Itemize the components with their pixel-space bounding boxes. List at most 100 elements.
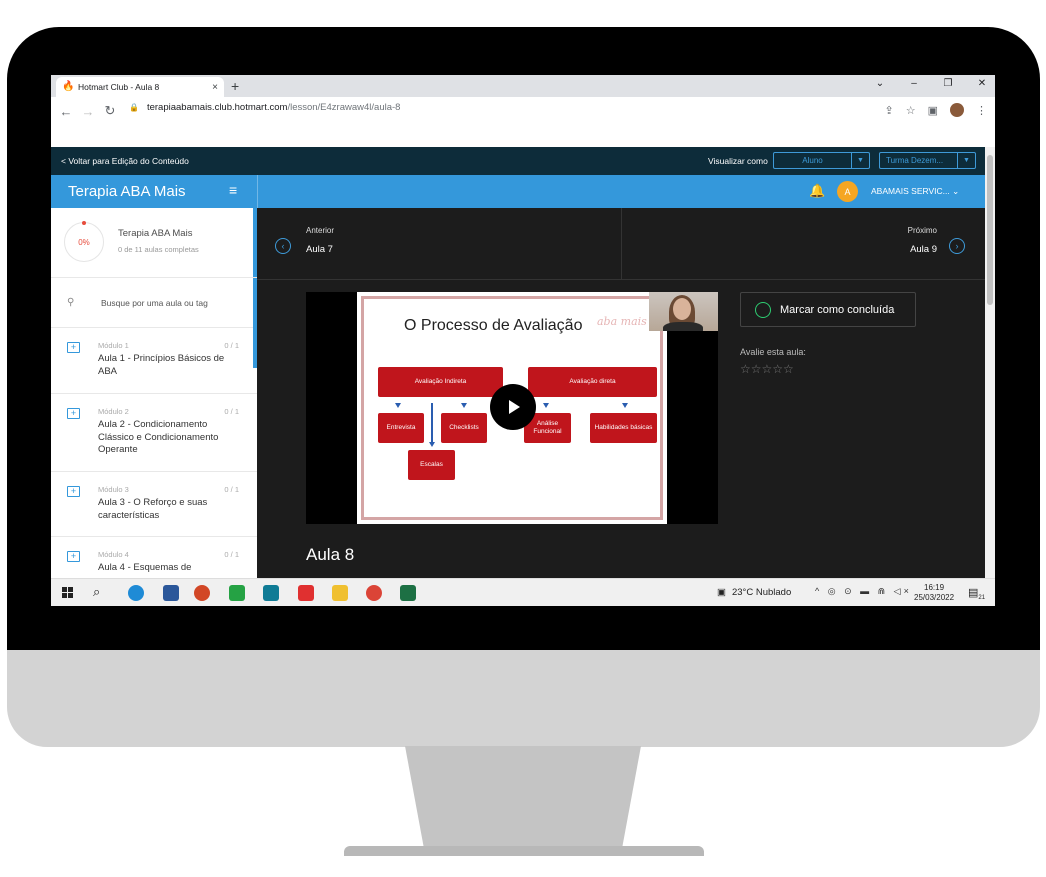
new-tab-button[interactable]: + — [231, 78, 239, 94]
windows-start-icon[interactable] — [62, 587, 73, 598]
lesson-main: ‹ Anterior Aula 7 Próximo Aula 9 › O Pro… — [257, 208, 985, 578]
box-avaliacao-indireta: Avaliação Indireta — [378, 367, 503, 397]
arrow-stem — [431, 403, 433, 443]
powerpoint-icon[interactable] — [194, 585, 210, 601]
lesson-search[interactable]: ⚲ Busque por uma aula ou tag — [51, 278, 257, 328]
back-to-content-link[interactable]: < Voltar para Edição do Conteúdo — [61, 156, 189, 166]
module-label: Módulo 4 — [98, 550, 129, 559]
arrow-down-icon — [461, 403, 467, 408]
chevron-down-icon: ▼ — [851, 153, 869, 168]
lesson-navigation: ‹ Anterior Aula 7 Próximo Aula 9 › — [257, 208, 985, 280]
module-label: Módulo 3 — [98, 485, 129, 494]
hotmart-flame-icon: 🔥 — [62, 81, 75, 92]
file-explorer-icon[interactable] — [332, 585, 348, 601]
url-host: terapiaabamais.club.hotmart.com — [146, 102, 288, 113]
module-item-2[interactable]: + Módulo 2 0 / 1 Aula 2 - Condicionament… — [51, 394, 257, 472]
whatsapp-icon[interactable] — [229, 585, 245, 601]
prev-lesson-link[interactable]: Aula 7 — [306, 244, 333, 255]
notification-icon[interactable]: ▤21 — [968, 586, 985, 601]
class-select[interactable]: Turma Dezem... ▼ — [879, 152, 976, 169]
play-button[interactable] — [490, 384, 536, 430]
search-icon[interactable]: ⌕ — [93, 584, 100, 600]
slide-logo: aba mais — [597, 315, 647, 328]
screen-recorder-icon[interactable] — [298, 585, 314, 601]
progress-ring: 0% — [64, 221, 104, 262]
role-select-value: Aluno — [802, 156, 823, 165]
system-clock[interactable]: 16:19 25/03/2022 — [914, 583, 954, 603]
header-divider — [257, 175, 258, 208]
module-item-4[interactable]: + Módulo 4 0 / 1 Aula 4 - Esquemas de — [51, 537, 257, 578]
rate-lesson-label: Avalie esta aula: — [740, 347, 806, 357]
user-menu[interactable]: ABAMAIS SERVIC... ⌄ — [871, 186, 959, 197]
forward-arrow-icon[interactable]: → — [77, 104, 99, 119]
role-select[interactable]: Aluno ▼ — [773, 152, 870, 169]
check-circle-icon — [755, 301, 771, 318]
hamburger-menu-icon[interactable]: ≡ — [229, 182, 237, 198]
search-icon: ⚲ — [67, 297, 75, 308]
presenter-face — [673, 298, 691, 320]
folder-plus-icon: + — [67, 551, 80, 562]
url-path: /lesson/E4zrawaw4l/aula-8 — [287, 102, 401, 113]
user-avatar[interactable]: A — [837, 181, 858, 202]
taskbar: ⌕ ▣ 23°C Nublado ^ ◎ ⊙ ▬ ⋒ ◁× 16:19 25/0… — [51, 578, 995, 606]
reload-icon[interactable]: ↻ — [99, 103, 121, 119]
module-count: 0 / 1 — [224, 341, 239, 350]
browser-toolbar: ← → ↻ 🔒 terapiaabamais.club.hotmart.com … — [51, 97, 995, 125]
back-arrow-icon[interactable]: ← — [55, 104, 77, 119]
module-item-1[interactable]: + Módulo 1 0 / 1 Aula 1 - Princípios Bás… — [51, 328, 257, 394]
app-header: Terapia ABA Mais ≡ 🔔 A ABAMAIS SERVIC...… — [51, 175, 985, 208]
next-label: Próximo — [907, 226, 937, 235]
mark-complete-button[interactable]: Marcar como concluída — [740, 292, 916, 327]
presenter-webcam — [649, 292, 718, 331]
next-lesson-link[interactable]: Aula 9 — [910, 244, 937, 255]
module-lesson-title: Aula 4 - Esquemas de — [98, 562, 192, 573]
weather-widget[interactable]: ▣ 23°C Nublado — [717, 587, 791, 598]
brand-title[interactable]: Terapia ABA Mais — [68, 183, 186, 200]
menu-kebab-icon[interactable]: ⋮ — [976, 104, 987, 117]
folder-plus-icon: + — [67, 342, 80, 353]
monitor-chin — [7, 650, 1040, 747]
minimize-button[interactable]: – — [907, 78, 921, 89]
monitor-base — [344, 846, 704, 856]
box-habilidades-basicas: Habilidades básicas — [590, 413, 657, 443]
module-lesson-title: Aula 2 - Condicionamento Clássico e Cond… — [98, 419, 219, 455]
folder-plus-icon: + — [67, 486, 80, 497]
screen: 🔥 Hotmart Club - Aula 8 × + ⌄ – ❐ ✕ ← → … — [51, 75, 995, 606]
system-tray-icons[interactable]: ^ ◎ ⊙ ▬ ⋒ ◁× — [815, 586, 912, 597]
close-tab-icon[interactable]: × — [212, 82, 218, 93]
page-scroll-thumb[interactable] — [987, 155, 993, 305]
module-item-3[interactable]: + Módulo 3 0 / 1 Aula 3 - O Reforço e su… — [51, 472, 257, 537]
weather-text: 23°C Nublado — [731, 587, 792, 598]
progress-dot — [82, 221, 86, 225]
chevron-left-icon[interactable]: ‹ — [275, 238, 291, 254]
progress-percent: 0% — [78, 237, 90, 247]
address-bar[interactable]: 🔒 terapiaabamais.club.hotmart.com /lesso… — [129, 102, 400, 113]
restore-button[interactable]: ❐ — [941, 78, 955, 89]
publisher-icon[interactable] — [263, 585, 279, 601]
view-as-label: Visualizar como — [708, 156, 768, 166]
browser-tab[interactable]: 🔥 Hotmart Club - Aula 8 × — [56, 77, 224, 97]
lesson-title: Aula 8 — [306, 545, 355, 564]
tab-search-icon[interactable]: ⌄ — [873, 78, 887, 89]
folder-plus-icon: + — [67, 408, 80, 419]
box-entrevista: Entrevista — [378, 413, 424, 443]
star-rating[interactable]: ☆☆☆☆☆ — [740, 362, 794, 376]
lock-icon: 🔒 — [129, 103, 139, 112]
word-icon[interactable] — [163, 585, 179, 601]
search-input[interactable]: Busque por uma aula ou tag — [101, 298, 208, 308]
page-scrollbar[interactable] — [985, 147, 995, 578]
edge-icon[interactable] — [128, 585, 144, 601]
video-player[interactable]: O Processo de Avaliação aba mais Avaliaç… — [306, 292, 718, 524]
close-window-button[interactable]: ✕ — [975, 78, 989, 89]
bookmark-star-icon[interactable]: ☆ — [906, 104, 916, 117]
sidebar: 0% Terapia ABA Mais 0 de 11 aulas comple… — [51, 208, 257, 578]
excel-icon[interactable] — [400, 585, 416, 601]
chevron-down-icon: ▼ — [957, 153, 975, 168]
share-icon[interactable]: ⇪ — [885, 104, 894, 117]
side-panel-icon[interactable]: ▣ — [928, 104, 938, 117]
chrome-icon[interactable] — [366, 585, 382, 601]
box-checklists: Checklists — [441, 413, 487, 443]
chevron-right-icon[interactable]: › — [949, 238, 965, 254]
bell-icon[interactable]: 🔔 — [809, 183, 825, 199]
profile-avatar[interactable] — [950, 103, 964, 117]
